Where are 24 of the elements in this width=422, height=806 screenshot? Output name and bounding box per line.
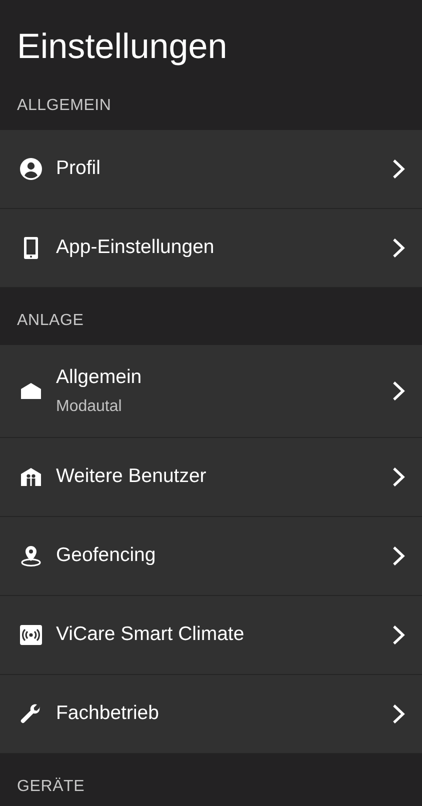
row-subtitle: Modautal (56, 396, 123, 417)
settings-row[interactable]: ViCare Smart Climate (0, 596, 422, 675)
chevron-right-icon (391, 236, 407, 260)
row-title: Allgemein (56, 365, 143, 390)
chevron-right-icon (391, 544, 407, 568)
settings-row[interactable]: Allgemein Modautal (0, 345, 422, 438)
section-header: GERÄTE (17, 776, 85, 796)
wireless-signal-icon (19, 623, 43, 647)
chevron-right-icon (391, 465, 407, 489)
chevron-right-icon (391, 702, 407, 726)
chevron-right-icon (391, 157, 407, 181)
chevron-right-icon (391, 379, 407, 403)
settings-row[interactable]: Weitere Benutzer (0, 438, 422, 517)
section-header: ALLGEMEIN (17, 96, 112, 116)
person-icon (19, 157, 43, 181)
page-title: Einstellungen (16, 26, 228, 68)
section-header: ANLAGE (17, 310, 84, 330)
settings-row[interactable]: Fachbetrieb (0, 675, 422, 754)
location-pin-icon (19, 544, 43, 568)
people-house-icon (19, 465, 43, 489)
settings-row[interactable]: Profil (0, 130, 422, 209)
settings-row[interactable]: App-Einstellungen (0, 209, 422, 288)
chevron-right-icon (391, 623, 407, 647)
settings-row[interactable]: Geofencing (0, 517, 422, 596)
